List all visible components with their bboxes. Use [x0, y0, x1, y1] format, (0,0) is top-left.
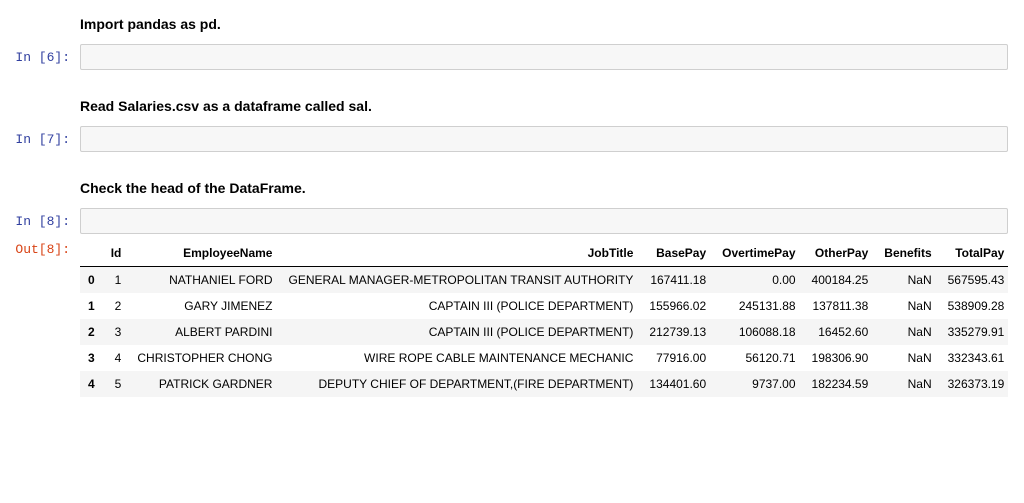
out-prompt-8: Out[8]:: [0, 236, 80, 397]
table-cell: NaN: [876, 345, 939, 371]
table-cell: 4: [103, 345, 130, 371]
prompt-empty: [0, 92, 80, 124]
table-cell: GARY JIMENEZ: [129, 293, 280, 319]
table-cell: 326373.19: [940, 371, 1008, 397]
table-cell: 155966.02: [641, 293, 714, 319]
table-cell: 16452.60: [804, 319, 877, 345]
markdown-heading: Check the head of the DataFrame.: [80, 180, 1008, 196]
table-cell: WIRE ROPE CABLE MAINTENANCE MECHANIC: [280, 345, 641, 371]
table-cell: 5: [103, 371, 130, 397]
table-header: EmployeeName: [129, 240, 280, 267]
markdown-cell: Import pandas as pd.: [0, 10, 1024, 42]
row-index: 3: [80, 345, 103, 371]
markdown-cell: Read Salaries.csv as a dataframe called …: [0, 92, 1024, 124]
table-row: 23ALBERT PARDINICAPTAIN III (POLICE DEPA…: [80, 319, 1008, 345]
row-index: 0: [80, 267, 103, 294]
row-index: 4: [80, 371, 103, 397]
table-header: BasePay: [641, 240, 714, 267]
table-cell: 134401.60: [641, 371, 714, 397]
table-cell: 198306.90: [804, 345, 877, 371]
table-row: 34CHRISTOPHER CHONGWIRE ROPE CABLE MAINT…: [80, 345, 1008, 371]
table-cell: 1: [103, 267, 130, 294]
table-cell: NaN: [876, 371, 939, 397]
markdown-cell: Check the head of the DataFrame.: [0, 174, 1024, 206]
table-cell: 106088.18: [714, 319, 803, 345]
table-cell: NaN: [876, 319, 939, 345]
table-header: OtherPay: [804, 240, 877, 267]
table-header: [80, 240, 103, 267]
code-cell-7: In [7]:: [0, 126, 1024, 152]
table-cell: NATHANIEL FORD: [129, 267, 280, 294]
table-cell: 335279.91: [940, 319, 1008, 345]
table-cell: GENERAL MANAGER-METROPOLITAN TRANSIT AUT…: [280, 267, 641, 294]
dataframe-output[interactable]: Id EmployeeName JobTitle BasePay Overtim…: [80, 236, 1008, 397]
markdown-heading: Import pandas as pd.: [80, 16, 1008, 32]
table-cell: 400184.25: [804, 267, 877, 294]
table-cell: DEPUTY CHIEF OF DEPARTMENT,(FIRE DEPARTM…: [280, 371, 641, 397]
table-cell: CAPTAIN III (POLICE DEPARTMENT): [280, 319, 641, 345]
in-prompt-7: In [7]:: [0, 126, 80, 152]
table-cell: 56120.71: [714, 345, 803, 371]
code-cell-8: In [8]:: [0, 208, 1024, 234]
table-cell: PATRICK GARDNER: [129, 371, 280, 397]
table-cell: 182234.59: [804, 371, 877, 397]
row-index: 2: [80, 319, 103, 345]
notebook: Import pandas as pd. In [6]: Read Salari…: [0, 0, 1024, 419]
table-header: JobTitle: [280, 240, 641, 267]
code-cell-6: In [6]:: [0, 44, 1024, 70]
table-cell: NaN: [876, 267, 939, 294]
table-cell: NaN: [876, 293, 939, 319]
dataframe-table: Id EmployeeName JobTitle BasePay Overtim…: [80, 240, 1008, 397]
row-index: 1: [80, 293, 103, 319]
prompt-empty: [0, 174, 80, 206]
table-cell: 3: [103, 319, 130, 345]
table-cell: 167411.18: [641, 267, 714, 294]
table-row: 12GARY JIMENEZCAPTAIN III (POLICE DEPART…: [80, 293, 1008, 319]
table-cell: 77916.00: [641, 345, 714, 371]
in-prompt-6: In [6]:: [0, 44, 80, 70]
markdown-heading: Read Salaries.csv as a dataframe called …: [80, 98, 1008, 114]
table-cell: 332343.61: [940, 345, 1008, 371]
code-input-6[interactable]: [80, 44, 1008, 70]
table-header: TotalPay: [940, 240, 1008, 267]
code-input-8[interactable]: [80, 208, 1008, 234]
code-input-7[interactable]: [80, 126, 1008, 152]
prompt-empty: [0, 10, 80, 42]
table-header: Id: [103, 240, 130, 267]
table-cell: 212739.13: [641, 319, 714, 345]
table-header: OvertimePay: [714, 240, 803, 267]
table-cell: ALBERT PARDINI: [129, 319, 280, 345]
table-cell: CHRISTOPHER CHONG: [129, 345, 280, 371]
table-header-row: Id EmployeeName JobTitle BasePay Overtim…: [80, 240, 1008, 267]
table-cell: 567595.43: [940, 267, 1008, 294]
table-cell: 538909.28: [940, 293, 1008, 319]
table-cell: CAPTAIN III (POLICE DEPARTMENT): [280, 293, 641, 319]
table-cell: 9737.00: [714, 371, 803, 397]
table-header: Benefits: [876, 240, 939, 267]
table-cell: 137811.38: [804, 293, 877, 319]
table-cell: 0.00: [714, 267, 803, 294]
table-cell: 2: [103, 293, 130, 319]
in-prompt-8: In [8]:: [0, 208, 80, 234]
table-row: 45PATRICK GARDNERDEPUTY CHIEF OF DEPARTM…: [80, 371, 1008, 397]
table-cell: 245131.88: [714, 293, 803, 319]
output-cell-8: Out[8]: Id EmployeeName JobTitle BasePay…: [0, 236, 1024, 397]
table-row: 01NATHANIEL FORDGENERAL MANAGER-METROPOL…: [80, 267, 1008, 294]
